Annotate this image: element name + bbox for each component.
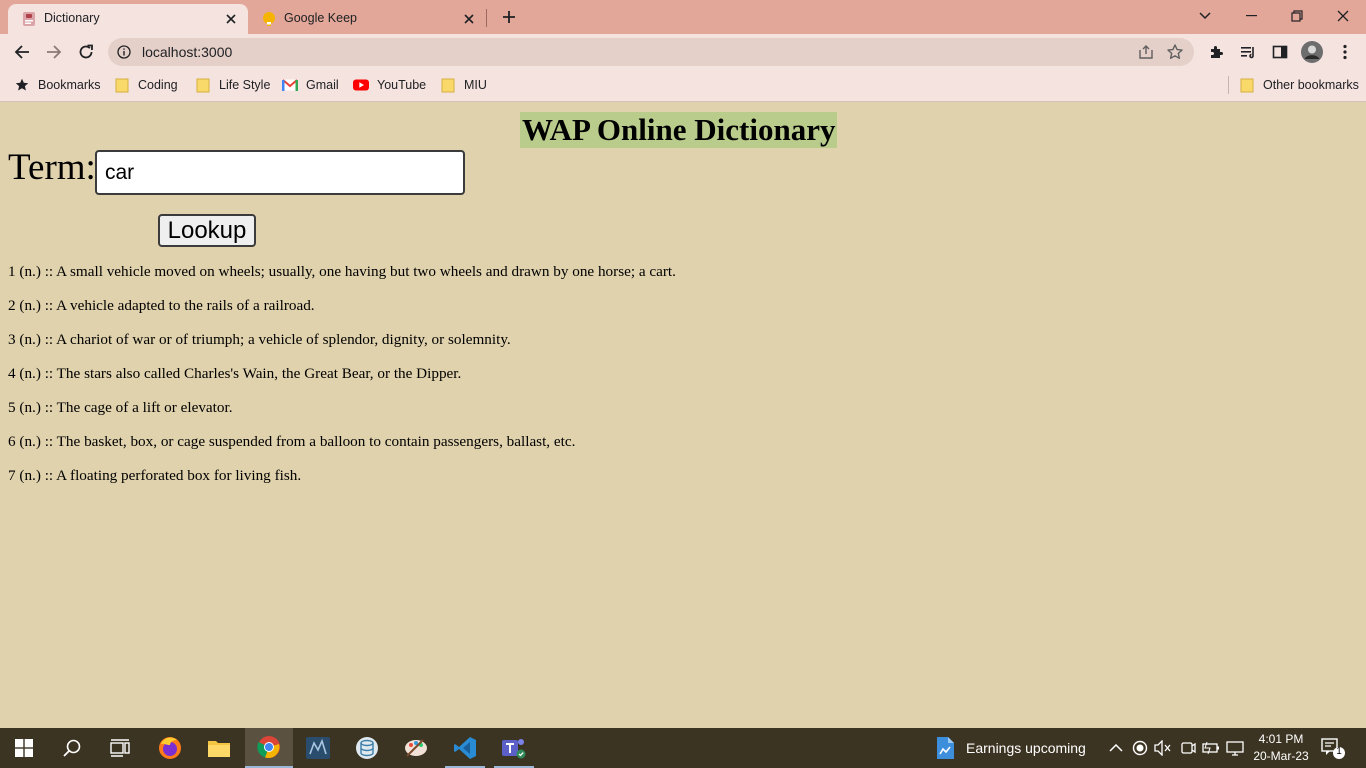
record-icon[interactable] xyxy=(1130,738,1150,758)
bookmark-gmail[interactable]: Gmail xyxy=(282,76,339,94)
minimize-icon[interactable] xyxy=(1228,2,1274,30)
network-icon[interactable] xyxy=(1225,738,1245,758)
url-text[interactable]: localhost:3000 xyxy=(142,44,232,60)
notification-count: 1 xyxy=(1336,746,1342,757)
tab-title: Dictionary xyxy=(44,11,100,25)
definition-item: 3 (n.) :: A chariot of war or of triumph… xyxy=(8,331,511,348)
extensions-icon[interactable] xyxy=(1205,41,1227,63)
search-icon[interactable] xyxy=(48,728,96,768)
tab-google-keep[interactable]: Google Keep xyxy=(248,4,486,34)
tab-strip: Dictionary Google Keep xyxy=(0,0,1366,34)
bookmark-label: Bookmarks xyxy=(38,78,101,92)
definition-item: 1 (n.) :: A small vehicle moved on wheel… xyxy=(8,263,676,280)
taskbar: Earnings upcoming 4:01 PM 20-Mar-23 1 xyxy=(0,728,1366,768)
clock-date: 20-Mar-23 xyxy=(1253,749,1309,763)
bookmarks-separator xyxy=(1228,76,1229,94)
bookmark-label: MIU xyxy=(464,78,487,92)
reading-list-icon[interactable] xyxy=(1237,41,1259,63)
bookmark-label: Gmail xyxy=(306,78,339,92)
google-keep-favicon-icon xyxy=(261,11,277,27)
term-input[interactable] xyxy=(95,150,465,195)
site-info-icon[interactable] xyxy=(117,45,131,59)
bookmark-label: Coding xyxy=(138,78,178,92)
reload-button[interactable] xyxy=(72,38,100,66)
definition-item: 4 (n.) :: The stars also called Charles'… xyxy=(8,365,462,382)
system-clock[interactable]: 4:01 PM 20-Mar-23 xyxy=(1248,731,1314,765)
bookmark-label: YouTube xyxy=(377,78,427,92)
bookmark-coding[interactable]: Coding xyxy=(114,76,178,94)
definition-item: 5 (n.) :: The cage of a lift or elevator… xyxy=(8,399,233,416)
battery-icon[interactable] xyxy=(1201,738,1221,758)
star-icon xyxy=(14,77,30,93)
chrome-icon[interactable] xyxy=(245,728,293,768)
clock-time: 4:01 PM xyxy=(1258,732,1304,746)
mysql-workbench-icon[interactable] xyxy=(294,728,342,768)
bookmark-miu[interactable]: MIU xyxy=(440,76,487,94)
profile-avatar-icon[interactable] xyxy=(1301,41,1323,63)
folder-icon xyxy=(114,77,130,93)
gmail-icon xyxy=(282,77,298,93)
bookmark-life-style[interactable]: Life Style xyxy=(195,76,270,94)
browser-toolbar: localhost:3000 xyxy=(0,34,1366,70)
restore-icon[interactable] xyxy=(1274,2,1320,30)
volume-muted-icon[interactable] xyxy=(1153,738,1173,758)
youtube-icon xyxy=(353,77,369,93)
paint-app-icon[interactable] xyxy=(392,728,440,768)
forward-button[interactable] xyxy=(40,38,68,66)
news-widget[interactable]: Earnings upcoming xyxy=(934,734,1086,762)
lookup-button[interactable]: Lookup xyxy=(158,214,256,247)
bookmark-other-bookmarks[interactable]: Other bookmarks xyxy=(1239,76,1359,94)
share-icon[interactable] xyxy=(1138,44,1154,60)
file-explorer-icon[interactable] xyxy=(195,728,243,768)
close-tab-icon[interactable] xyxy=(222,10,240,28)
dictionary-favicon-icon xyxy=(21,11,37,27)
close-window-icon[interactable] xyxy=(1320,2,1366,30)
bookmark-bookmarks[interactable]: Bookmarks xyxy=(14,76,101,94)
back-button[interactable] xyxy=(8,38,36,66)
side-panel-icon[interactable] xyxy=(1269,41,1291,63)
tab-search-icon[interactable] xyxy=(1182,2,1228,30)
bookmark-label: Life Style xyxy=(219,78,271,92)
show-hidden-icons-icon[interactable] xyxy=(1106,738,1126,758)
news-text: Earnings upcoming xyxy=(966,740,1086,756)
bookmarks-bar: Bookmarks Coding Life Style Gmail YouTub… xyxy=(0,70,1366,102)
meet-now-icon[interactable] xyxy=(1178,738,1198,758)
database-app-icon[interactable] xyxy=(343,728,391,768)
new-tab-button[interactable] xyxy=(498,6,520,28)
term-label: Term: xyxy=(8,147,96,188)
folder-icon xyxy=(440,77,456,93)
definitions-list: 1 (n.) :: A small vehicle moved on wheel… xyxy=(8,263,676,501)
definition-item: 2 (n.) :: A vehicle adapted to the rails… xyxy=(8,297,315,314)
windows-start-icon[interactable] xyxy=(0,728,48,768)
bookmark-label: Other bookmarks xyxy=(1263,78,1359,92)
tab-dictionary[interactable]: Dictionary xyxy=(8,4,248,34)
close-tab-icon[interactable] xyxy=(460,10,478,28)
bookmark-youtube[interactable]: YouTube xyxy=(353,76,426,94)
tab-title: Google Keep xyxy=(284,11,357,25)
firefox-icon[interactable] xyxy=(146,728,194,768)
more-menu-icon[interactable] xyxy=(1334,41,1356,63)
news-icon xyxy=(934,736,956,760)
bookmark-star-icon[interactable] xyxy=(1166,43,1184,61)
definition-item: 6 (n.) :: The basket, box, or cage suspe… xyxy=(8,433,576,450)
vscode-icon[interactable] xyxy=(441,728,489,768)
folder-icon xyxy=(195,77,211,93)
address-bar[interactable]: localhost:3000 xyxy=(108,38,1194,66)
folder-icon xyxy=(1239,77,1255,93)
teams-icon[interactable] xyxy=(490,728,538,768)
notification-center-icon[interactable]: 1 xyxy=(1318,736,1346,760)
page-content: WAP Online Dictionary Term: Lookup 1 (n.… xyxy=(0,102,1366,728)
task-view-icon[interactable] xyxy=(96,728,144,768)
tab-separator xyxy=(486,9,487,27)
page-title: WAP Online Dictionary xyxy=(520,112,838,148)
definition-item: 7 (n.) :: A floating perforated box for … xyxy=(8,467,302,484)
